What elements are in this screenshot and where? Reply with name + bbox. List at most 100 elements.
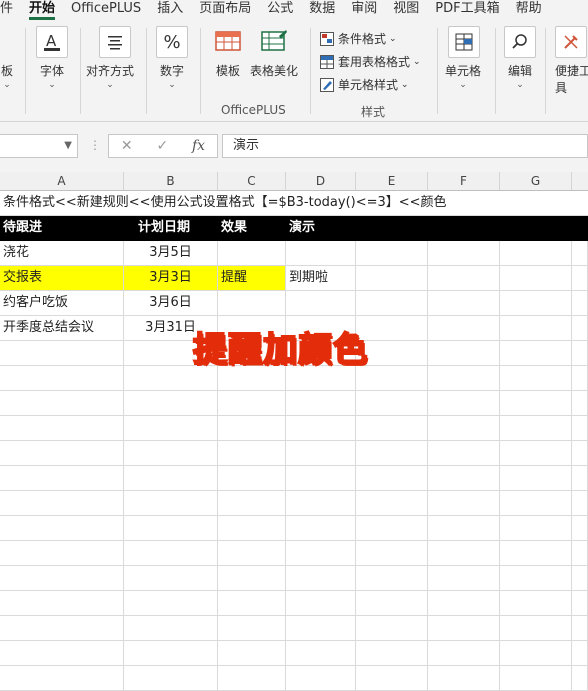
column-header-c[interactable]: C (218, 172, 286, 191)
empty-cell[interactable] (500, 641, 572, 666)
empty-cell[interactable] (218, 516, 286, 541)
empty-cell[interactable] (356, 491, 428, 516)
empty-cell[interactable] (572, 566, 588, 591)
empty-cell[interactable] (0, 541, 124, 566)
empty-cell[interactable] (286, 491, 356, 516)
empty-cell[interactable] (218, 391, 286, 416)
empty-cell[interactable] (356, 566, 428, 591)
empty-cell[interactable] (500, 341, 572, 366)
template-button[interactable]: 模板 (213, 26, 243, 79)
tab-file[interactable]: 件 (0, 0, 21, 22)
empty-cell[interactable] (0, 366, 124, 391)
empty-cell[interactable] (500, 391, 572, 416)
empty-cell[interactable] (356, 466, 428, 491)
note-cell[interactable]: 条件格式<<新建规则<<使用公式设置格式【=$B3-today()<=3】<<颜… (0, 191, 588, 216)
empty-cell[interactable] (572, 466, 588, 491)
empty-cell[interactable] (0, 516, 124, 541)
empty-cell[interactable] (428, 291, 500, 316)
empty-cell[interactable] (0, 416, 124, 441)
empty-cell[interactable] (572, 266, 588, 291)
empty-cell[interactable] (572, 341, 588, 366)
confirm-icon[interactable]: ✓ (156, 138, 168, 154)
empty-cell[interactable] (356, 541, 428, 566)
effect-cell[interactable] (218, 241, 286, 266)
empty-cell[interactable] (286, 666, 356, 691)
empty-cell[interactable] (0, 391, 124, 416)
empty-cell[interactable] (124, 541, 218, 566)
empty-cell[interactable] (0, 616, 124, 641)
empty-cell[interactable] (572, 516, 588, 541)
empty-cell[interactable] (428, 266, 500, 291)
empty-cell[interactable] (286, 641, 356, 666)
cancel-icon[interactable]: ✕ (121, 138, 133, 154)
cells-button[interactable]: 单元格 ⌄ (445, 26, 481, 90)
empty-cell[interactable] (500, 466, 572, 491)
empty-cell[interactable] (356, 441, 428, 466)
empty-cell[interactable] (500, 266, 572, 291)
tab-data[interactable]: 数据 (301, 0, 343, 22)
empty-cell[interactable] (0, 666, 124, 691)
empty-cell[interactable] (572, 641, 588, 666)
effect-cell[interactable]: 提醒 (218, 266, 286, 291)
demo-cell[interactable] (286, 241, 356, 266)
empty-cell[interactable] (428, 541, 500, 566)
editing-button[interactable]: 编辑 ⌄ (504, 26, 536, 90)
empty-cell[interactable] (356, 241, 428, 266)
empty-cell[interactable] (356, 666, 428, 691)
empty-cell[interactable] (356, 591, 428, 616)
empty-cell[interactable] (500, 666, 572, 691)
empty-cell[interactable] (500, 241, 572, 266)
empty-cell[interactable] (0, 641, 124, 666)
empty-cell[interactable] (286, 566, 356, 591)
task-cell[interactable]: 开季度总结会议 (0, 316, 124, 341)
task-cell[interactable]: 浇花 (0, 241, 124, 266)
empty-cell[interactable] (428, 566, 500, 591)
empty-cell[interactable] (218, 591, 286, 616)
empty-cell[interactable] (124, 491, 218, 516)
empty-cell[interactable] (124, 516, 218, 541)
empty-cell[interactable] (286, 466, 356, 491)
empty-cell[interactable] (124, 616, 218, 641)
empty-cell[interactable] (124, 416, 218, 441)
more-icon[interactable]: ⋮ (89, 138, 101, 152)
empty-cell[interactable] (218, 491, 286, 516)
empty-cell[interactable] (286, 391, 356, 416)
empty-cell[interactable] (124, 566, 218, 591)
empty-cell[interactable] (428, 241, 500, 266)
empty-cell[interactable] (428, 316, 500, 341)
table-beautify-button[interactable]: 表格美化 (250, 26, 298, 79)
paste-button[interactable]: 板 ⌄ (0, 26, 16, 90)
empty-cell[interactable] (124, 391, 218, 416)
empty-cell[interactable] (124, 641, 218, 666)
empty-cell[interactable] (572, 491, 588, 516)
tab-review[interactable]: 审阅 (343, 0, 385, 22)
empty-cell[interactable] (428, 616, 500, 641)
number-button[interactable]: % 数字 ⌄ (156, 26, 188, 90)
empty-cell[interactable] (500, 541, 572, 566)
empty-cell[interactable] (572, 591, 588, 616)
effect-cell[interactable] (218, 291, 286, 316)
empty-cell[interactable] (428, 441, 500, 466)
empty-cell[interactable] (218, 566, 286, 591)
empty-cell[interactable] (124, 591, 218, 616)
empty-cell[interactable] (124, 466, 218, 491)
empty-cell[interactable] (218, 616, 286, 641)
column-header-a[interactable]: A (0, 172, 124, 191)
empty-cell[interactable] (0, 566, 124, 591)
empty-cell[interactable] (218, 416, 286, 441)
task-cell[interactable]: 约客户吃饭 (0, 291, 124, 316)
formula-input[interactable]: 演示 (222, 134, 588, 158)
empty-cell[interactable] (572, 291, 588, 316)
header-cell-a[interactable]: 待跟进 (0, 216, 124, 241)
empty-cell[interactable] (286, 516, 356, 541)
demo-cell[interactable]: 到期啦 (286, 266, 356, 291)
tab-insert[interactable]: 插入 (149, 0, 191, 22)
empty-cell[interactable] (572, 416, 588, 441)
name-box[interactable]: ▼ (0, 134, 78, 158)
empty-cell[interactable] (286, 591, 356, 616)
column-header-f[interactable]: F (428, 172, 500, 191)
header-cell-b[interactable]: 计划日期 (124, 216, 218, 241)
empty-cell[interactable] (218, 641, 286, 666)
empty-cell[interactable] (356, 416, 428, 441)
empty-cell[interactable] (356, 516, 428, 541)
